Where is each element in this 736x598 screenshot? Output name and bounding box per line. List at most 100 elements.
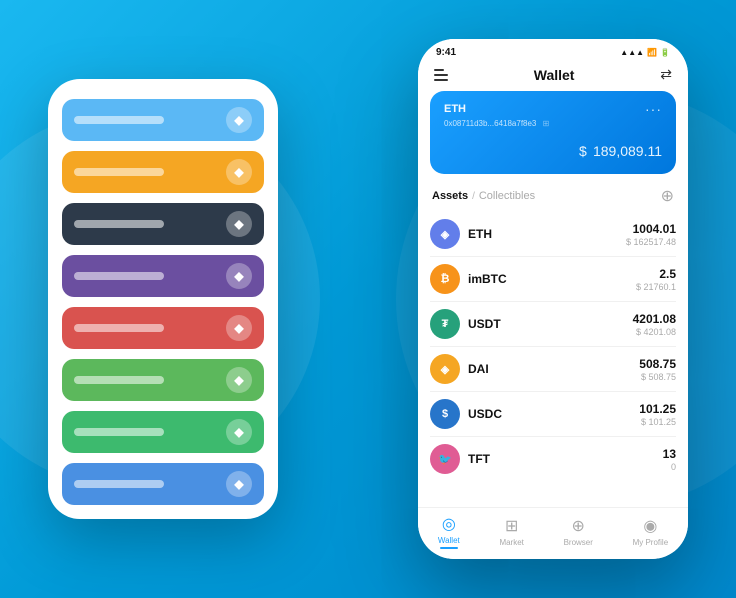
token-name-eth: ETH — [468, 227, 626, 241]
eth-card-address: 0x08711d3b...6418a7f8e3 ⊞ — [444, 119, 662, 128]
token-usd: $ 4201.08 — [633, 327, 676, 337]
token-usd: 0 — [663, 462, 676, 472]
wallet-card-icon: ◆ — [226, 367, 252, 393]
token-row-eth[interactable]: ◈ ETH 1004.01 $ 162517.48 — [430, 212, 676, 257]
wallet-card-label — [74, 480, 164, 488]
token-usd: $ 508.75 — [639, 372, 676, 382]
token-amount: 4201.08 — [633, 312, 676, 326]
market-nav-label: Market — [499, 538, 523, 547]
wallet-card-icon: ◆ — [226, 263, 252, 289]
status-bar: 9:41 ▲▲▲ 📶 🔋 — [418, 39, 688, 62]
wallet-card-7[interactable]: ◆ — [62, 411, 264, 453]
browser-nav-label: Browser — [564, 538, 593, 547]
tab-assets[interactable]: Assets — [432, 190, 468, 202]
wallet-card-label — [74, 220, 164, 228]
wallet-card-icon: ◆ — [226, 107, 252, 133]
token-row-tft[interactable]: 🐦 TFT 13 0 — [430, 437, 676, 481]
wifi-icon: 📶 — [647, 48, 657, 57]
token-icon-tft: 🐦 — [430, 444, 460, 474]
token-row-usdt[interactable]: ₮ USDT 4201.08 $ 4201.08 — [430, 302, 676, 347]
wallet-card-icon: ◆ — [226, 315, 252, 341]
nav-active-indicator — [440, 547, 458, 549]
token-amount: 2.5 — [636, 267, 676, 281]
token-amounts-usdc: 101.25 $ 101.25 — [639, 402, 676, 427]
profile-nav-icon: ◉ — [643, 516, 657, 536]
wallet-nav-icon: ◎ — [442, 514, 456, 534]
tab-separator: / — [472, 191, 475, 202]
signal-icon: ▲▲▲ — [620, 48, 644, 57]
eth-card-top: ETH ··· — [444, 101, 662, 117]
token-usd: $ 101.25 — [639, 417, 676, 427]
wallet-card-label — [74, 428, 164, 436]
nav-item-browser[interactable]: ⊕ Browser — [564, 516, 593, 547]
assets-tabs: Assets / Collectibles — [432, 190, 535, 202]
eth-card-options[interactable]: ··· — [645, 101, 662, 117]
token-row-usdc[interactable]: $ USDC 101.25 $ 101.25 — [430, 392, 676, 437]
wallet-nav-label: Wallet — [438, 536, 460, 545]
wallet-card-label — [74, 116, 164, 124]
app-header: Wallet ⇄ — [418, 62, 688, 91]
wallet-card-5[interactable]: ◆ — [62, 307, 264, 349]
token-row-imbtc[interactable]: ₿ imBTC 2.5 $ 21760.1 — [430, 257, 676, 302]
scan-icon[interactable]: ⇄ — [660, 66, 672, 83]
nav-item-market[interactable]: ⊞ Market — [499, 516, 523, 547]
bottom-nav: ◎ Wallet ⊞ Market ⊕ Browser ◉ My Profile — [418, 507, 688, 559]
token-usd: $ 162517.48 — [626, 237, 676, 247]
wallet-card-6[interactable]: ◆ — [62, 359, 264, 401]
token-amounts-usdt: 4201.08 $ 4201.08 — [633, 312, 676, 337]
token-name-dai: DAI — [468, 362, 639, 376]
wallet-card-3[interactable]: ◆ — [62, 203, 264, 245]
token-name-imbtc: imBTC — [468, 272, 636, 286]
scene: ◆ ◆ ◆ ◆ ◆ ◆ ◆ ◆ 9:41 ▲▲▲ 📶 🔋 — [18, 19, 718, 579]
wallet-card-label — [74, 376, 164, 384]
menu-icon[interactable] — [434, 69, 448, 81]
status-time: 9:41 — [436, 47, 456, 58]
market-nav-icon: ⊞ — [505, 516, 518, 536]
token-icon-imbtc: ₿ — [430, 264, 460, 294]
token-icon-usdc: $ — [430, 399, 460, 429]
tab-collectibles[interactable]: Collectibles — [479, 190, 535, 202]
nav-item-wallet[interactable]: ◎ Wallet — [438, 514, 460, 549]
eth-balance-card: ETH ··· 0x08711d3b...6418a7f8e3 ⊞ $ 189,… — [430, 91, 676, 174]
wallet-card-label — [74, 324, 164, 332]
browser-nav-icon: ⊕ — [572, 516, 585, 536]
token-name-usdt: USDT — [468, 317, 633, 331]
wallet-card-label — [74, 272, 164, 280]
wallet-card-4[interactable]: ◆ — [62, 255, 264, 297]
token-usd: $ 21760.1 — [636, 282, 676, 292]
wallet-card-2[interactable]: ◆ — [62, 151, 264, 193]
eth-card-name: ETH — [444, 103, 466, 115]
token-name-tft: TFT — [468, 452, 663, 466]
currency-symbol: $ — [579, 143, 587, 159]
assets-header: Assets / Collectibles ⊕ — [418, 182, 688, 212]
wallet-card-label — [74, 168, 164, 176]
wallet-card-icon: ◆ — [226, 419, 252, 445]
token-icon-eth: ◈ — [430, 219, 460, 249]
token-icon-dai: ◈ — [430, 354, 460, 384]
profile-nav-label: My Profile — [633, 538, 669, 547]
battery-icon: 🔋 — [660, 48, 670, 57]
token-amounts-imbtc: 2.5 $ 21760.1 — [636, 267, 676, 292]
token-amounts-tft: 13 0 — [663, 447, 676, 472]
wallet-card-8[interactable]: ◆ — [62, 463, 264, 505]
token-amounts-dai: 508.75 $ 508.75 — [639, 357, 676, 382]
status-icons: ▲▲▲ 📶 🔋 — [620, 48, 670, 57]
nav-item-profile[interactable]: ◉ My Profile — [633, 516, 669, 547]
token-name-usdc: USDC — [468, 407, 639, 421]
token-amount: 101.25 — [639, 402, 676, 416]
token-amount: 1004.01 — [626, 222, 676, 236]
token-row-dai[interactable]: ◈ DAI 508.75 $ 508.75 — [430, 347, 676, 392]
wallet-card-icon: ◆ — [226, 471, 252, 497]
phone-back: ◆ ◆ ◆ ◆ ◆ ◆ ◆ ◆ — [48, 79, 278, 519]
wallet-card-icon: ◆ — [226, 211, 252, 237]
phone-front: 9:41 ▲▲▲ 📶 🔋 Wallet ⇄ ETH ··· — [418, 39, 688, 559]
token-amount: 508.75 — [639, 357, 676, 371]
eth-card-balance: $ 189,089.11 — [444, 136, 662, 162]
token-amount: 13 — [663, 447, 676, 461]
balance-amount: 189,089.11 — [593, 143, 662, 159]
page-title: Wallet — [534, 67, 575, 83]
wallet-card-1[interactable]: ◆ — [62, 99, 264, 141]
add-asset-button[interactable]: ⊕ — [661, 186, 674, 206]
token-icon-usdt: ₮ — [430, 309, 460, 339]
token-amounts-eth: 1004.01 $ 162517.48 — [626, 222, 676, 247]
